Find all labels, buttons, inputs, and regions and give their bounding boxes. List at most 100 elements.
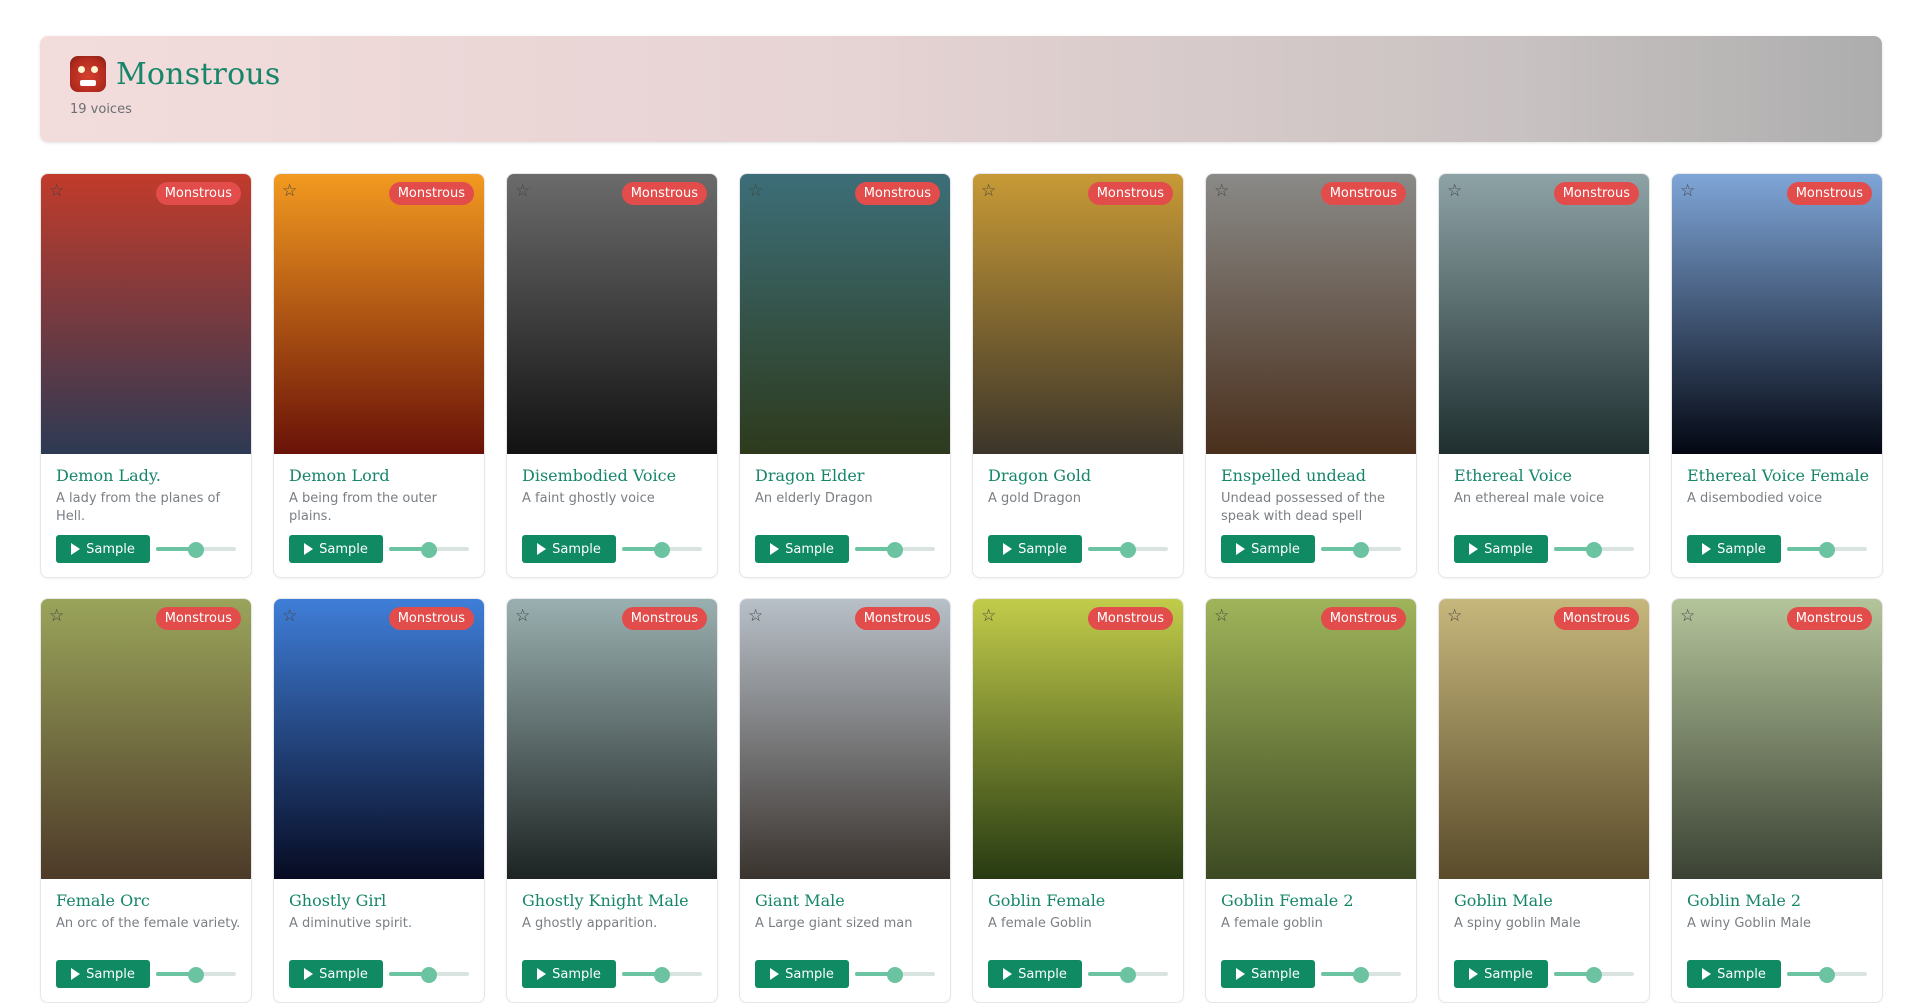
voice-image[interactable] [1206, 599, 1416, 879]
volume-slider[interactable] [1321, 542, 1401, 558]
sample-button[interactable]: Sample [1221, 960, 1315, 988]
star-icon[interactable]: ☆ [1214, 181, 1229, 201]
sample-button[interactable]: Sample [1454, 960, 1548, 988]
slider-thumb[interactable] [1586, 967, 1602, 983]
play-icon [1469, 968, 1479, 980]
sample-button[interactable]: Sample [755, 960, 849, 988]
slider-thumb[interactable] [654, 542, 670, 558]
star-icon[interactable]: ☆ [1447, 181, 1462, 201]
slider-thumb[interactable] [1819, 542, 1835, 558]
slider-thumb[interactable] [421, 542, 437, 558]
slider-thumb[interactable] [188, 542, 204, 558]
voice-image[interactable] [740, 174, 950, 454]
slider-thumb[interactable] [1353, 542, 1369, 558]
volume-slider[interactable] [156, 542, 236, 558]
voice-image[interactable] [740, 599, 950, 879]
star-icon[interactable]: ☆ [981, 181, 996, 201]
volume-slider[interactable] [389, 967, 469, 983]
star-icon[interactable]: ☆ [282, 181, 297, 201]
voice-card[interactable]: ☆ Monstrous Disembodied Voice A faint gh… [506, 173, 718, 578]
play-icon [71, 968, 81, 980]
sample-button[interactable]: Sample [1687, 960, 1781, 988]
volume-slider[interactable] [389, 542, 469, 558]
star-icon[interactable]: ☆ [1214, 606, 1229, 626]
sample-button[interactable]: Sample [988, 535, 1082, 563]
slider-thumb[interactable] [887, 542, 903, 558]
voice-card[interactable]: ☆ Monstrous Goblin Female 2 A female gob… [1205, 598, 1417, 1003]
slider-thumb[interactable] [1353, 967, 1369, 983]
voice-card[interactable]: ☆ Monstrous Ethereal Voice Female A dise… [1671, 173, 1883, 578]
voice-image[interactable] [973, 174, 1183, 454]
volume-slider[interactable] [622, 542, 702, 558]
volume-slider[interactable] [156, 967, 236, 983]
sample-button[interactable]: Sample [1687, 535, 1781, 563]
slider-thumb[interactable] [1819, 967, 1835, 983]
voice-image[interactable] [507, 599, 717, 879]
voice-card[interactable]: ☆ Monstrous Goblin Male 2 A winy Goblin … [1671, 598, 1883, 1003]
slider-thumb[interactable] [1586, 542, 1602, 558]
slider-thumb[interactable] [887, 967, 903, 983]
voice-image[interactable] [274, 599, 484, 879]
volume-slider[interactable] [1787, 967, 1867, 983]
star-icon[interactable]: ☆ [49, 606, 64, 626]
volume-slider[interactable] [1088, 542, 1168, 558]
voice-card[interactable]: ☆ Monstrous Goblin Male A spiny goblin M… [1438, 598, 1650, 1003]
sample-button[interactable]: Sample [522, 960, 616, 988]
voice-card[interactable]: ☆ Monstrous Ghostly Girl A diminutive sp… [273, 598, 485, 1003]
star-icon[interactable]: ☆ [1680, 181, 1695, 201]
sample-button[interactable]: Sample [755, 535, 849, 563]
voice-image[interactable] [1672, 174, 1882, 454]
voice-image[interactable] [41, 599, 251, 879]
volume-slider[interactable] [855, 967, 935, 983]
voice-image[interactable] [274, 174, 484, 454]
volume-slider[interactable] [1088, 967, 1168, 983]
voice-image[interactable] [1206, 174, 1416, 454]
star-icon[interactable]: ☆ [748, 181, 763, 201]
voice-card[interactable]: ☆ Monstrous Ethereal Voice An ethereal m… [1438, 173, 1650, 578]
star-icon[interactable]: ☆ [1447, 606, 1462, 626]
slider-thumb[interactable] [421, 967, 437, 983]
volume-slider[interactable] [1554, 542, 1634, 558]
star-icon[interactable]: ☆ [1680, 606, 1695, 626]
sample-button[interactable]: Sample [56, 535, 150, 563]
sample-button[interactable]: Sample [289, 960, 383, 988]
slider-thumb[interactable] [1120, 967, 1136, 983]
slider-thumb[interactable] [654, 967, 670, 983]
sample-button[interactable]: Sample [289, 535, 383, 563]
sample-button[interactable]: Sample [56, 960, 150, 988]
voice-image[interactable] [1439, 599, 1649, 879]
volume-slider[interactable] [622, 967, 702, 983]
star-icon[interactable]: ☆ [49, 181, 64, 201]
star-icon[interactable]: ☆ [515, 606, 530, 626]
voice-card[interactable]: ☆ Monstrous Demon Lady. A lady from the … [40, 173, 252, 578]
voice-card[interactable]: ☆ Monstrous Dragon Elder An elderly Drag… [739, 173, 951, 578]
star-icon[interactable]: ☆ [748, 606, 763, 626]
star-icon[interactable]: ☆ [282, 606, 297, 626]
voice-card[interactable]: ☆ Monstrous Demon Lord A being from the … [273, 173, 485, 578]
voice-card[interactable]: ☆ Monstrous Dragon Gold A gold Dragon Sa… [972, 173, 1184, 578]
voice-image[interactable] [507, 174, 717, 454]
sample-button[interactable]: Sample [522, 535, 616, 563]
voice-card[interactable]: ☆ Monstrous Giant Male A Large giant siz… [739, 598, 951, 1003]
sample-label: Sample [1251, 541, 1300, 557]
sample-button[interactable]: Sample [1221, 535, 1315, 563]
voice-image[interactable] [1439, 174, 1649, 454]
volume-slider[interactable] [1787, 542, 1867, 558]
sample-button[interactable]: Sample [1454, 535, 1548, 563]
slider-thumb[interactable] [188, 967, 204, 983]
star-icon[interactable]: ☆ [515, 181, 530, 201]
voice-image[interactable] [973, 599, 1183, 879]
category-badge: Monstrous [1786, 607, 1872, 630]
volume-slider[interactable] [1321, 967, 1401, 983]
star-icon[interactable]: ☆ [981, 606, 996, 626]
slider-thumb[interactable] [1120, 542, 1136, 558]
voice-card[interactable]: ☆ Monstrous Enspelled undead Undead poss… [1205, 173, 1417, 578]
voice-card[interactable]: ☆ Monstrous Ghostly Knight Male A ghostl… [506, 598, 718, 1003]
volume-slider[interactable] [855, 542, 935, 558]
voice-image[interactable] [41, 174, 251, 454]
voice-card[interactable]: ☆ Monstrous Goblin Female A female Gobli… [972, 598, 1184, 1003]
voice-card[interactable]: ☆ Monstrous Female Orc An orc of the fem… [40, 598, 252, 1003]
volume-slider[interactable] [1554, 967, 1634, 983]
voice-image[interactable] [1672, 599, 1882, 879]
sample-button[interactable]: Sample [988, 960, 1082, 988]
